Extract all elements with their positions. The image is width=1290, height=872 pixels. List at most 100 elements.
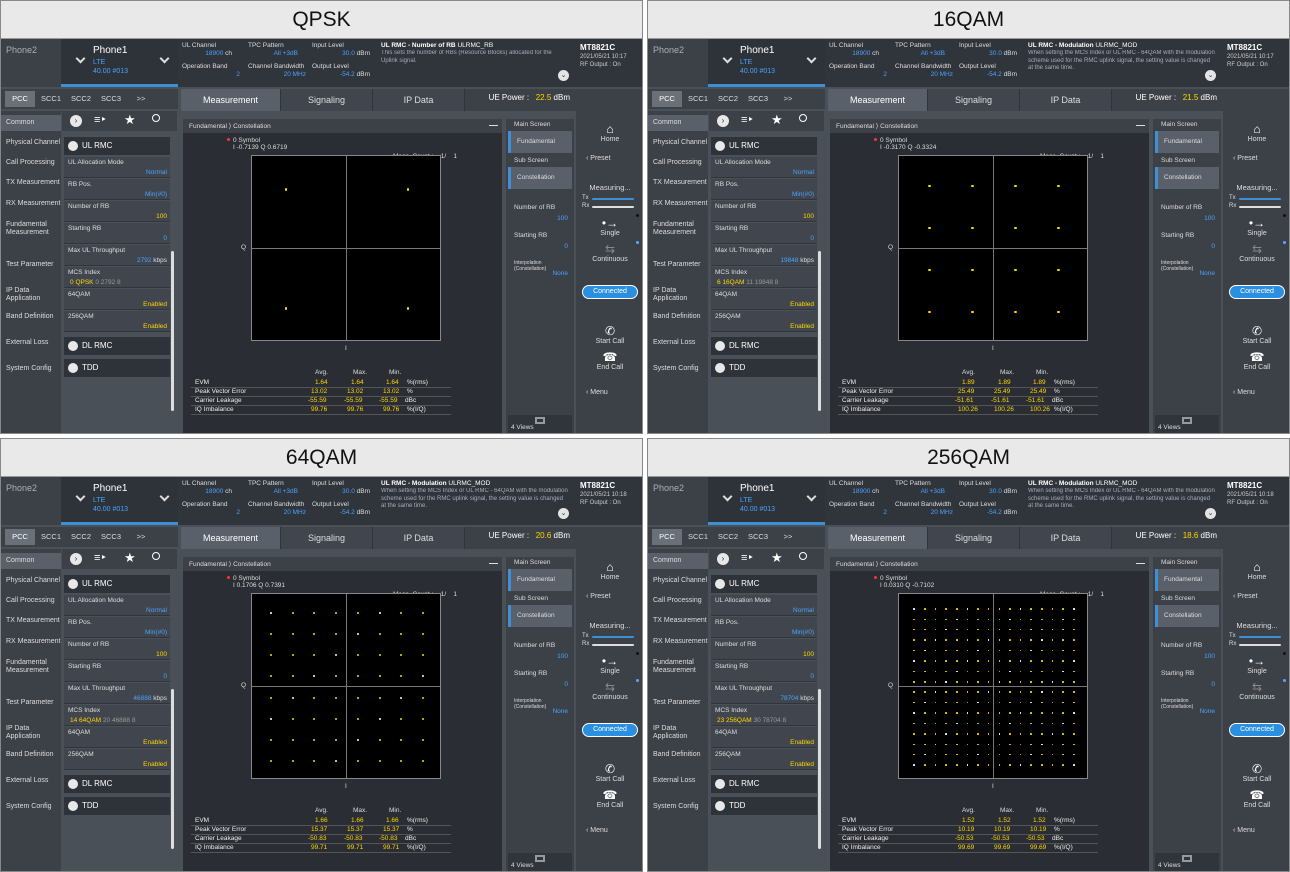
continuous-button[interactable]: ⇆ Continuous: [576, 243, 642, 264]
home-button[interactable]: ⌂ Home: [576, 561, 642, 582]
views-button[interactable]: 4 Views: [508, 415, 572, 433]
category-ip-data-application[interactable]: IP Data Application: [648, 287, 708, 303]
menu-button[interactable]: ‹ Menu: [1223, 827, 1289, 834]
end-call-button[interactable]: ☎ End Call: [1223, 351, 1289, 372]
interpolation-field[interactable]: Interpolation (Constellation) None: [1155, 257, 1219, 281]
param-number-of-rb[interactable]: Number of RB 100: [64, 201, 170, 222]
tab-scc3[interactable]: SCC3: [97, 91, 125, 107]
home-button[interactable]: ⌂ Home: [576, 123, 642, 144]
tab-measurement[interactable]: Measurement: [828, 89, 928, 111]
home-button[interactable]: ⌂ Home: [1223, 123, 1289, 144]
list-play-icon[interactable]: ≡‣: [94, 113, 107, 126]
category-common[interactable]: Common: [648, 553, 708, 569]
category-ip-data-application[interactable]: IP Data Application: [1, 725, 61, 741]
more-tabs-button[interactable]: >>: [129, 529, 153, 545]
param-64qam[interactable]: 64QAM Enabled: [64, 727, 170, 748]
category-rx-measurement[interactable]: RX Measurement: [1, 200, 61, 208]
search-icon[interactable]: [152, 114, 160, 122]
chevron-down-icon[interactable]: [75, 491, 86, 502]
param-number-of-rb[interactable]: Number of RB 100: [64, 639, 170, 660]
menu-button[interactable]: ‹ Menu: [576, 827, 642, 834]
category-test-parameter[interactable]: Test Parameter: [1, 699, 61, 707]
connected-button[interactable]: Connected: [1229, 723, 1285, 737]
more-tabs-button[interactable]: >>: [776, 91, 800, 107]
tab-scc2[interactable]: SCC2: [67, 91, 95, 107]
tab-ip-data[interactable]: IP Data: [373, 527, 465, 549]
param-256qam[interactable]: 256QAM Enabled: [64, 311, 170, 332]
menu-button[interactable]: ‹ Menu: [576, 389, 642, 396]
preset-button[interactable]: ‹ Preset: [576, 155, 642, 162]
next-arrow-icon[interactable]: ›: [717, 115, 729, 127]
number-of-rb-field[interactable]: Number of RB 100: [1155, 639, 1219, 663]
param-ul-allocation-mode[interactable]: UL Allocation Mode Normal: [64, 157, 170, 178]
dl-rmc-header[interactable]: DL RMC: [64, 337, 170, 355]
constellation-button[interactable]: Constellation: [1155, 605, 1219, 627]
breadcrumb-fundamental[interactable]: Fundamental: [836, 123, 874, 130]
constellation-button[interactable]: Constellation: [508, 167, 572, 189]
minimize-icon[interactable]: [489, 125, 498, 126]
parameter-summary[interactable]: UL Channel 18900 ch TPC Pattern All +3dB…: [178, 39, 375, 87]
minimize-icon[interactable]: [1136, 563, 1145, 564]
menu-button[interactable]: ‹ Menu: [1223, 389, 1289, 396]
ul-rmc-header[interactable]: UL RMC: [711, 575, 817, 593]
ul-rmc-header[interactable]: UL RMC: [64, 137, 170, 155]
category-tx-measurement[interactable]: TX Measurement: [648, 179, 708, 187]
category-call-processing[interactable]: Call Processing: [1, 159, 61, 167]
chevron-down-icon[interactable]: [806, 491, 817, 502]
phone2-tab[interactable]: Phone2: [648, 39, 708, 87]
continuous-button[interactable]: ⇆ Continuous: [576, 681, 642, 702]
phone2-tab[interactable]: Phone2: [1, 477, 61, 525]
category-rx-measurement[interactable]: RX Measurement: [1, 638, 61, 646]
start-call-button[interactable]: ✆ Start Call: [576, 325, 642, 346]
chevron-down-icon[interactable]: [806, 53, 817, 64]
end-call-button[interactable]: ☎ End Call: [1223, 789, 1289, 810]
param-64qam[interactable]: 64QAM Enabled: [711, 727, 817, 748]
start-call-button[interactable]: ✆ Start Call: [1223, 763, 1289, 784]
next-arrow-icon[interactable]: ›: [70, 115, 82, 127]
continuous-button[interactable]: ⇆ Continuous: [1223, 243, 1289, 264]
param-ul-allocation-mode[interactable]: UL Allocation Mode Normal: [64, 595, 170, 616]
fundamental-button[interactable]: Fundamental: [508, 569, 572, 591]
next-arrow-icon[interactable]: ›: [717, 553, 729, 565]
category-rx-measurement[interactable]: RX Measurement: [648, 200, 708, 208]
views-button[interactable]: 4 Views: [1155, 853, 1219, 871]
tab-scc2[interactable]: SCC2: [714, 529, 742, 545]
category-call-processing[interactable]: Call Processing: [648, 159, 708, 167]
tab-scc1[interactable]: SCC1: [684, 529, 712, 545]
category-test-parameter[interactable]: Test Parameter: [648, 261, 708, 269]
param-64qam[interactable]: 64QAM Enabled: [711, 289, 817, 310]
category-common[interactable]: Common: [648, 115, 708, 131]
phone2-tab[interactable]: Phone2: [1, 39, 61, 87]
param-64qam[interactable]: 64QAM Enabled: [64, 289, 170, 310]
category-system-config[interactable]: System Config: [1, 365, 61, 373]
next-arrow-icon[interactable]: ›: [70, 553, 82, 565]
category-external-loss[interactable]: External Loss: [648, 339, 708, 347]
param-rb-pos[interactable]: RB Pos. Min(#0): [64, 617, 170, 638]
search-icon[interactable]: [799, 114, 807, 122]
category-tx-measurement[interactable]: TX Measurement: [1, 179, 61, 187]
more-tabs-button[interactable]: >>: [776, 529, 800, 545]
param-rb-pos[interactable]: RB Pos. Min(#0): [711, 179, 817, 200]
tab-signaling[interactable]: Signaling: [281, 89, 373, 111]
start-call-button[interactable]: ✆ Start Call: [1223, 325, 1289, 346]
category-call-processing[interactable]: Call Processing: [648, 597, 708, 605]
interpolation-field[interactable]: Interpolation (Constellation) None: [1155, 695, 1219, 719]
connected-button[interactable]: Connected: [582, 723, 638, 737]
search-icon[interactable]: [152, 552, 160, 560]
minimize-icon[interactable]: [1136, 125, 1145, 126]
param-starting-rb[interactable]: Starting RB 0: [711, 661, 817, 682]
category-band-definition[interactable]: Band Definition: [1, 313, 61, 321]
number-of-rb-field[interactable]: Number of RB 100: [1155, 201, 1219, 225]
tab-scc2[interactable]: SCC2: [714, 91, 742, 107]
parameter-summary[interactable]: UL Channel 18900 ch TPC Pattern All +3dB…: [178, 477, 375, 525]
fundamental-button[interactable]: Fundamental: [508, 131, 572, 153]
single-button[interactable]: •→ Single: [1223, 217, 1289, 238]
tab-scc1[interactable]: SCC1: [37, 91, 65, 107]
interpolation-field[interactable]: Interpolation (Constellation) None: [508, 695, 572, 719]
category-physical-channel[interactable]: Physical Channel: [1, 577, 61, 585]
chevron-down-icon[interactable]: [722, 53, 733, 64]
fundamental-button[interactable]: Fundamental: [1155, 131, 1219, 153]
starting-rb-field[interactable]: Starting RB 0: [508, 667, 572, 691]
category-common[interactable]: Common: [1, 115, 61, 131]
category-ip-data-application[interactable]: IP Data Application: [1, 287, 61, 303]
